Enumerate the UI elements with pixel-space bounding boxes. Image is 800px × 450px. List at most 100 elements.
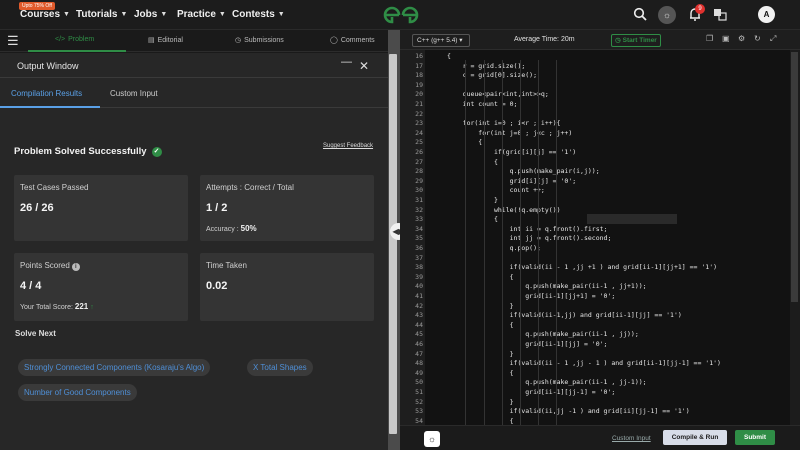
line-number: 41 <box>415 292 423 300</box>
line-number: 51 <box>415 388 423 396</box>
gfg-logo[interactable] <box>381 4 421 26</box>
chevron-down-icon: ▼ <box>160 11 168 18</box>
line-number: 39 <box>415 272 423 281</box>
time-card: Time Taken 0.02 <box>200 253 374 321</box>
lightbulb-icon[interactable]: ☼ <box>424 431 440 447</box>
language-select[interactable]: C++ (g++ 5.4) ▾ <box>412 34 470 47</box>
line-number: 38 <box>415 263 423 272</box>
line-number: 29 <box>415 176 423 185</box>
code-line: } <box>447 301 514 310</box>
line-number: 17 <box>415 61 423 70</box>
line-number: 35 <box>415 234 423 243</box>
nav-jobs[interactable]: Jobs ▼ <box>134 9 167 20</box>
line-number: 47 <box>415 349 423 358</box>
tab-comments[interactable]: ◯ Comments <box>330 36 375 45</box>
output-window: Output Window — ✕ Compilation Results Cu… <box>0 53 388 450</box>
close-icon[interactable]: ✕ <box>359 59 369 73</box>
line-number: 42 <box>415 301 423 310</box>
line-number: 34 <box>415 224 423 233</box>
tab-editorial[interactable]: ▤ Editorial <box>148 36 183 45</box>
line-number: 50 <box>415 378 423 387</box>
line-number: 32 <box>415 205 423 214</box>
check-circle-icon: ✓ <box>151 146 162 157</box>
custom-input-link[interactable]: Custom Input <box>612 435 651 442</box>
line-number: 16 <box>415 52 423 60</box>
fullscreen-icon[interactable]: ▣ <box>722 34 730 43</box>
code-line: { <box>447 416 514 425</box>
code-editor[interactable]: { r = grid.size(); c = grid[0].size(); q… <box>425 50 790 425</box>
suggest-feedback-link[interactable]: Suggest Feedback <box>323 143 373 149</box>
line-number: 49 <box>415 368 423 377</box>
code-line: } <box>447 196 498 204</box>
solved-status: Problem Solved Successfully ✓ <box>14 146 162 157</box>
copy-icon[interactable]: ❐ <box>706 34 713 43</box>
avatar[interactable]: A <box>758 6 775 23</box>
code-line: } <box>447 349 514 358</box>
code-line: } <box>447 397 514 406</box>
line-number: 30 <box>415 186 423 195</box>
code-line: { <box>447 52 451 60</box>
output-tabs: Compilation Results Custom Input <box>0 78 388 108</box>
code-line: q.push(make_pair(ii-1 , jj)); <box>447 330 639 339</box>
tab-submissions[interactable]: ◷ Submissions <box>235 36 284 45</box>
test-cases-label: Test Cases Passed <box>20 183 89 192</box>
start-timer-button[interactable]: ◷ Start Timer <box>611 34 661 47</box>
minimize-icon[interactable]: — <box>341 56 352 68</box>
solve-next-chip[interactable]: X Total Shapes <box>247 359 313 376</box>
code-line: if(valid(ii - 1 ,jj +1 ) and grid[ii-1][… <box>447 263 718 272</box>
solve-next-heading: Solve Next <box>15 329 56 338</box>
code-line: { <box>447 272 514 281</box>
active-output-tab-indicator <box>0 106 100 108</box>
menu-icon[interactable]: ☰ <box>7 34 19 47</box>
line-number: 45 <box>415 330 423 339</box>
time-value: 0.02 <box>206 280 228 292</box>
comment-icon: ◯ <box>330 37 338 44</box>
code-line: grid[ii-1][jj] = '0'; <box>447 340 608 348</box>
nav-practice[interactable]: Practice ▼ <box>177 9 226 20</box>
line-number-gutter: 16 17 18 19 20 21 22 23 24 25 26 27 28 29 30 31 32 33 34 35… <box>400 50 425 425</box>
solve-next-chip[interactable]: Number of Good Components <box>18 384 137 401</box>
settings-icon[interactable]: ⚙ <box>738 34 745 43</box>
line-number: 26 <box>415 148 423 156</box>
nav-tutorials[interactable]: Tutorials ▼ <box>76 9 127 20</box>
line-number: 25 <box>415 138 423 147</box>
code-line: grid[ii-1][jj-1] = '0'; <box>447 388 616 396</box>
expand-icon[interactable]: ⤢ <box>770 34 776 44</box>
line-number: 36 <box>415 244 423 252</box>
code-line: { <box>447 157 498 166</box>
attempts-value: 1 / 2 <box>206 202 228 214</box>
tab-problem[interactable]: </> Problem <box>55 36 94 43</box>
tab-custom-input[interactable]: Custom Input <box>110 89 158 98</box>
solve-next-chip[interactable]: Strongly Connected Components (Kosaraju'… <box>18 359 211 376</box>
compile-run-button[interactable]: Compile & Run <box>663 430 727 445</box>
code-line: if(valid(ii-1,jj) and grid[ii-1][jj] == … <box>447 311 682 320</box>
translate-icon[interactable] <box>713 7 727 21</box>
time-label: Time Taken <box>206 261 247 270</box>
reset-icon[interactable]: ↻ <box>754 34 761 43</box>
code-line: q.pop(); <box>447 244 541 252</box>
indent-guide <box>538 60 539 425</box>
code-line: int jj = q.front().second; <box>447 234 612 243</box>
info-icon[interactable]: i <box>71 263 80 271</box>
test-cases-value: 26 / 26 <box>20 202 54 214</box>
nav-contests[interactable]: Contests ▼ <box>232 9 285 20</box>
nav-courses[interactable]: Courses ▼ <box>20 9 70 20</box>
search-icon[interactable] <box>633 7 647 21</box>
theme-toggle-icon[interactable]: ☼ <box>658 6 676 24</box>
code-line: q.push(make_pair(ii-1 , jj-1)); <box>447 378 647 387</box>
total-score: Your Total Score: 221 ↑ <box>20 302 94 311</box>
hover-tooltip <box>587 214 677 224</box>
editor-scrollbar-thumb[interactable] <box>791 52 798 302</box>
line-number: 27 <box>415 157 423 166</box>
tab-compilation-results[interactable]: Compilation Results <box>11 89 82 98</box>
chevron-down-icon: ▼ <box>218 11 226 18</box>
points-card: Points Scored i 4 / 4 Your Total Score: 2… <box>14 253 188 321</box>
code-line: { <box>447 320 514 329</box>
attempts-label: Attempts : Correct / Total <box>206 183 294 192</box>
code-line: int count = 0; <box>447 100 518 108</box>
submit-button[interactable]: Submit <box>735 430 775 445</box>
line-number: 28 <box>415 167 423 176</box>
line-number: 44 <box>415 320 423 329</box>
left-scrollbar-thumb[interactable] <box>389 54 397 434</box>
line-number: 46 <box>415 340 423 348</box>
